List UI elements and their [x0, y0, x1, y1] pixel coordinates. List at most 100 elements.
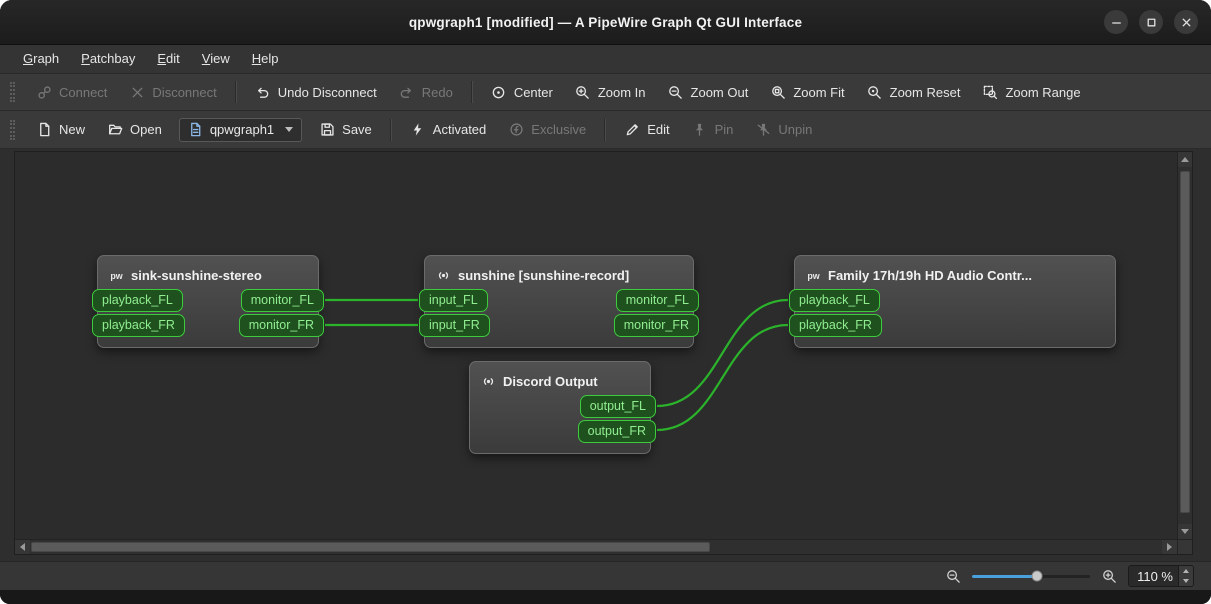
zoom-fit-button[interactable]: Zoom Fit [760, 79, 854, 105]
button-label: Zoom Reset [889, 84, 961, 100]
port-row: output_FR [470, 419, 656, 444]
vertical-scroll-handle[interactable] [1180, 170, 1190, 514]
zoom-spin-up-button[interactable] [1179, 566, 1193, 576]
vertical-scrollbar[interactable] [1177, 152, 1192, 539]
horizontal-scrollbar[interactable] [15, 539, 1177, 554]
zoom-range-button[interactable]: Zoom Range [972, 79, 1090, 105]
zoom-in-icon[interactable] [1101, 568, 1117, 584]
menu-bar: Graph Patchbay Edit View Help [0, 45, 1211, 74]
minimize-button[interactable] [1104, 10, 1128, 34]
node-sunshine[interactable]: sunshine [sunshine-record] input_FLmonito… [419, 255, 699, 348]
undo-disconnect-button[interactable]: Undo Disconnect [245, 79, 387, 105]
port-monitor_FR[interactable]: monitor_FR [613, 313, 699, 338]
zoom-out-button[interactable]: Zoom Out [658, 79, 759, 105]
button-label: Pin [714, 122, 734, 137]
window-title: qpwgraph1 [modified] — A PipeWire Graph … [408, 14, 803, 30]
title-bar[interactable]: qpwgraph1 [modified] — A PipeWire Graph … [0, 0, 1211, 45]
button-label: Edit [647, 122, 670, 137]
port-playback_FR[interactable]: playback_FR [92, 313, 185, 338]
zoom-in-button[interactable]: Zoom In [565, 79, 656, 105]
menu-view[interactable]: View [191, 45, 241, 73]
patchbay-file-icon [188, 122, 204, 138]
button-label: New [59, 122, 86, 137]
save-button[interactable]: Save [309, 117, 382, 143]
node-title[interactable]: pw Family 17h/19h HD Audio Contr... [795, 262, 1115, 288]
port-monitor_FL[interactable]: monitor_FL [240, 288, 324, 313]
node-family-hd-audio[interactable]: pw Family 17h/19h HD Audio Contr... playba… [789, 255, 1116, 348]
toolbar-drag-handle[interactable] [10, 82, 15, 102]
pin-icon [692, 122, 708, 138]
horizontal-scroll-track[interactable] [30, 540, 1162, 554]
node-discord-output[interactable]: Discord Output output_FL output_FR [469, 361, 656, 454]
button-label: Redo [421, 84, 453, 100]
port-playback_FL[interactable]: playback_FL [92, 288, 183, 313]
button-label: Open [130, 122, 162, 137]
node-title[interactable]: Discord Output [470, 368, 650, 394]
zoom-spinbox[interactable]: 110 % [1128, 565, 1194, 587]
graph-canvas[interactable]: pw sink-sunshine-stereo playback_FL monitor… [15, 152, 1177, 539]
horizontal-scroll-handle[interactable] [31, 542, 711, 552]
port-row: playback_FL monitor_FL [92, 288, 324, 313]
port-input_FR[interactable]: input_FR [419, 313, 490, 338]
menu-edit[interactable]: Edit [146, 45, 190, 73]
scroll-up-button[interactable] [1178, 152, 1192, 167]
svg-text:pw: pw [807, 270, 819, 280]
zoom-slider-handle[interactable] [1031, 570, 1043, 582]
port-monitor_FL[interactable]: monitor_FL [615, 288, 699, 313]
scroll-left-button[interactable] [15, 540, 30, 554]
scroll-down-button[interactable] [1178, 524, 1192, 539]
arrow-down-icon [1181, 529, 1189, 534]
menu-graph[interactable]: Graph [12, 45, 70, 73]
vertical-scroll-track[interactable] [1178, 167, 1192, 524]
zoom-fit-icon [770, 84, 786, 100]
port-input_FL[interactable]: input_FL [419, 288, 488, 313]
zoom-out-icon[interactable] [945, 568, 961, 584]
activated-icon [410, 122, 426, 138]
patchbay-selector[interactable]: qpwgraph1 [178, 117, 303, 142]
unpin-button[interactable]: Unpin [745, 117, 822, 143]
exclusive-button[interactable]: Exclusive [498, 117, 596, 143]
spin-arrows [1178, 566, 1193, 586]
node-title[interactable]: sunshine [sunshine-record] [425, 262, 693, 288]
button-label: Undo Disconnect [277, 84, 377, 100]
app-window: qpwgraph1 [modified] — A PipeWire Graph … [0, 0, 1211, 604]
arrow-up-icon [1181, 157, 1189, 162]
toolbar-drag-handle[interactable] [10, 119, 15, 140]
port-monitor_FR[interactable]: monitor_FR [238, 313, 324, 338]
port-row: playback_FL [789, 288, 1115, 313]
pin-button[interactable]: Pin [682, 117, 744, 143]
port-playback_FL[interactable]: playback_FL [789, 288, 880, 313]
redo-button[interactable]: Redo [389, 79, 463, 105]
toolbar-separator [389, 118, 392, 141]
button-label: Disconnect [152, 84, 217, 100]
menu-help[interactable]: Help [241, 45, 290, 73]
node-sink-sunshine-stereo[interactable]: pw sink-sunshine-stereo playback_FLmonitor… [92, 255, 324, 348]
activated-button[interactable]: Activated [400, 117, 496, 143]
port-output_FR[interactable]: output_FR [577, 419, 656, 444]
open-button[interactable]: Open [97, 117, 172, 143]
maximize-button[interactable] [1139, 10, 1163, 34]
zoom-spin-down-button[interactable] [1179, 576, 1193, 586]
minimize-icon [1108, 14, 1124, 30]
node-title[interactable]: pw sink-sunshine-stereo [98, 262, 318, 288]
zoom-slider[interactable] [972, 568, 1090, 584]
port-output_FL[interactable]: output_FL [579, 394, 656, 419]
center-button[interactable]: Center [481, 79, 563, 105]
new-button[interactable]: New [26, 117, 95, 143]
zoom-out-icon [668, 84, 684, 100]
scroll-right-button[interactable] [1162, 540, 1177, 554]
zoom-reset-button[interactable]: Zoom Reset [857, 79, 971, 105]
close-button[interactable] [1174, 10, 1198, 34]
button-label: Zoom Range [1005, 84, 1081, 100]
edit-button[interactable]: Edit [614, 117, 679, 143]
port-row: input_FL monitor_FL [419, 288, 699, 313]
port-playback_FR[interactable]: playback_FR [789, 313, 882, 338]
button-label: Unpin [778, 122, 813, 137]
button-label: Activated [432, 122, 487, 137]
connect-button[interactable]: Connect [26, 79, 117, 105]
disconnect-button[interactable]: Disconnect [119, 79, 226, 105]
menu-patchbay[interactable]: Patchbay [70, 45, 146, 73]
port-row: input_FR monitor_FR [419, 313, 699, 338]
button-label: Zoom Out [690, 84, 749, 100]
node-title-label: Family 17h/19h HD Audio Contr... [828, 267, 1032, 283]
